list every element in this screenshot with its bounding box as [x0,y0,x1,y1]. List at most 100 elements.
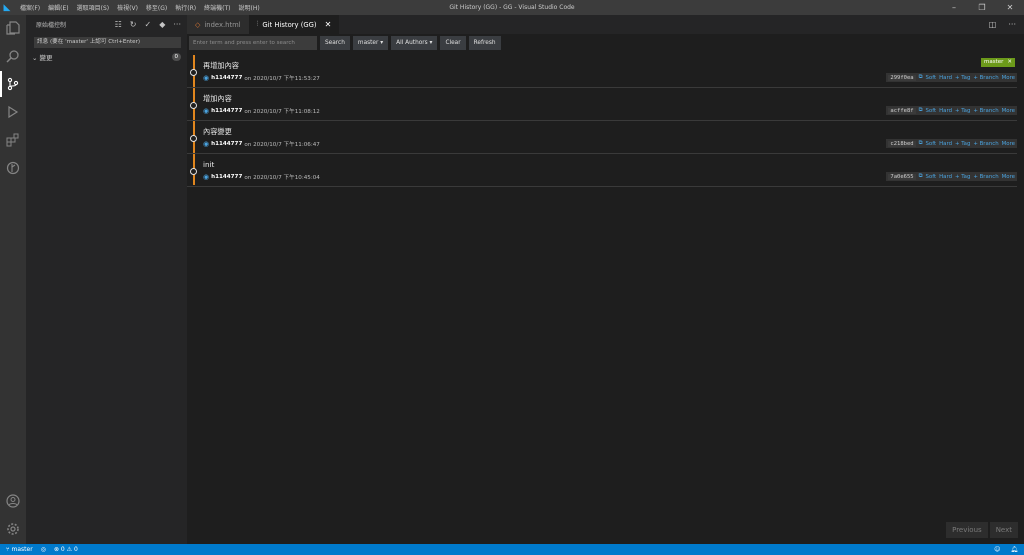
copy-hash-icon[interactable]: ⧉ [919,107,923,114]
add-branch-button[interactable]: + Branch [973,75,998,81]
commit-actions: 299f0ea ⧉ Soft Hard + Tag + Branch More [886,73,1017,82]
live-share-icon[interactable]: ◎ [41,546,46,553]
commit-check-icon[interactable]: ✓ [145,20,152,29]
add-branch-button[interactable]: + Branch [973,141,998,147]
hard-reset-button[interactable]: Hard [939,174,952,180]
source-control-icon[interactable] [4,75,22,93]
tab-index-html[interactable]: ◇ index.html [187,15,249,34]
more-button[interactable]: More [1002,108,1015,114]
commit-message: 增加內容 [203,94,232,103]
extensions-icon[interactable] [4,131,22,149]
panel-header: 原始檔控制 ☷ ↻ ✓ ◆ ··· [26,15,187,33]
copy-hash-icon[interactable]: ⧉ [919,140,923,147]
add-tag-button[interactable]: + Tag [955,174,970,180]
add-tag-button[interactable]: + Tag [955,75,970,81]
commit-hash[interactable]: 299f0ea [888,74,916,81]
run-debug-icon[interactable] [4,103,22,121]
menu-selection[interactable]: 選取項目(S) [77,3,110,12]
soft-reset-button[interactable]: Soft [925,75,936,81]
commit-author[interactable]: h1144777 [211,75,242,81]
copy-hash-icon[interactable]: ⧉ [919,173,923,180]
menu-bar: 檔案(F) 編輯(E) 選取項目(S) 檢視(V) 移至(G) 執行(R) 終端… [20,3,260,12]
refresh-button[interactable]: Refresh [468,36,501,50]
add-tag-button[interactable]: + Tag [955,108,970,114]
more-button[interactable]: More [1002,174,1015,180]
commit-node [190,69,197,76]
menu-terminal[interactable]: 終端機(T) [204,3,230,12]
problems-status[interactable]: ⊗ 0 ⚠ 0 [54,546,78,553]
settings-gear-icon[interactable] [4,520,22,538]
panel-title: 原始檔控制 [36,21,67,29]
menu-go[interactable]: 移至(G) [146,3,167,12]
search-button[interactable]: Search [320,36,350,50]
commit-author[interactable]: h1144777 [211,174,242,180]
commit-author[interactable]: h1144777 [211,108,242,114]
commit-author[interactable]: h1144777 [211,141,242,147]
commit-row[interactable]: 增加內容 ◉ h1144777 on 2020/10/7 下午11:08:12 … [187,88,1017,121]
more-button[interactable]: More [1002,75,1015,81]
tab-git-history[interactable]: ⫶ Git History (GG) ✕ [248,15,340,34]
panel-actions: ☷ ↻ ✓ ◆ ··· [115,20,181,29]
authors-select-button[interactable]: All Authors ▾ [391,36,438,50]
commit-hash[interactable]: 7a0e655 [888,173,916,180]
view-as-tree-icon[interactable]: ☷ [115,20,122,29]
vscode-logo-icon: ◣ [3,2,11,13]
more-actions-icon[interactable]: ··· [173,20,181,29]
clear-button[interactable]: Clear [440,36,466,50]
commit-message-input[interactable]: 訊息 (要在 'master' 上認可 Ctrl+Enter) [34,37,181,48]
git-graph-icon[interactable] [4,159,22,177]
tab-label: Git History (GG) [262,20,317,29]
split-editor-icon[interactable]: ◫ [989,20,997,29]
eye-icon[interactable]: ◉ [203,140,209,148]
hard-reset-button[interactable]: Hard [939,141,952,147]
remove-branch-icon[interactable]: ✕ [1007,58,1012,67]
commit-hash[interactable]: c218bed [888,140,916,147]
soft-reset-button[interactable]: Soft [925,174,936,180]
more-button[interactable]: More [1002,141,1015,147]
menu-run[interactable]: 執行(R) [175,3,196,12]
tab-bar: ◇ index.html ⫶ Git History (GG) ✕ ◫ ··· [187,15,1024,34]
menu-file[interactable]: 檔案(F) [20,3,40,12]
add-tag-button[interactable]: + Tag [955,141,970,147]
add-branch-button[interactable]: + Branch [973,174,998,180]
commit-message: 再增加內容 [203,61,239,70]
copy-hash-icon[interactable]: ⧉ [919,74,923,81]
commit-row[interactable]: 再增加內容 ◉ h1144777 on 2020/10/7 下午11:53:27… [187,55,1017,88]
soft-reset-button[interactable]: Soft [925,108,936,114]
search-input[interactable]: Enter term and press enter to search [189,36,317,50]
notifications-bell-icon[interactable]: 🔔︎ [1010,546,1018,553]
more-actions-icon[interactable]: ··· [1008,20,1016,29]
eye-icon[interactable]: ◉ [203,173,209,181]
close-window-icon[interactable]: ✕ [996,0,1024,15]
explorer-icon[interactable] [4,19,22,37]
menu-help[interactable]: 說明(H) [238,3,259,12]
hard-reset-button[interactable]: Hard [939,108,952,114]
commit-row[interactable]: 內容變更 ◉ h1144777 on 2020/10/7 下午11:06:47 … [187,121,1017,154]
branch-status[interactable]: ⑂ master [6,546,33,553]
refresh-icon[interactable]: ↻ [130,20,137,29]
branch-tag[interactable]: master ✕ [980,58,1015,67]
editor-area: ◇ index.html ⫶ Git History (GG) ✕ ◫ ··· … [187,15,1024,544]
close-tab-icon[interactable]: ✕ [325,20,332,29]
feedback-icon[interactable]: ☺ [994,546,1000,553]
account-icon[interactable] [4,492,22,510]
minimize-icon[interactable]: – [940,0,968,15]
search-icon[interactable] [4,47,22,65]
commit-date: on 2020/10/7 下午11:06:47 [244,142,320,148]
eye-icon[interactable]: ◉ [203,74,209,82]
commit-row[interactable]: init ◉ h1144777 on 2020/10/7 下午10:45:04 … [187,154,1017,187]
add-branch-button[interactable]: + Branch [973,108,998,114]
hard-reset-button[interactable]: Hard [939,75,952,81]
eye-icon[interactable]: ◉ [203,107,209,115]
history-toolbar: Enter term and press enter to search Sea… [189,36,501,50]
changes-group[interactable]: ⌄ 變更 0 [32,52,181,62]
next-page-button[interactable]: Next [989,522,1018,538]
previous-page-button[interactable]: Previous [946,522,988,538]
branch-select-button[interactable]: master ▾ [352,36,389,50]
restore-icon[interactable]: ❐ [968,0,996,15]
menu-edit[interactable]: 編輯(E) [48,3,68,12]
menu-view[interactable]: 檢視(V) [117,3,138,12]
commit-hash[interactable]: acffe8f [888,107,916,114]
soft-reset-button[interactable]: Soft [925,141,936,147]
git-history-icon[interactable]: ◆ [159,20,165,29]
